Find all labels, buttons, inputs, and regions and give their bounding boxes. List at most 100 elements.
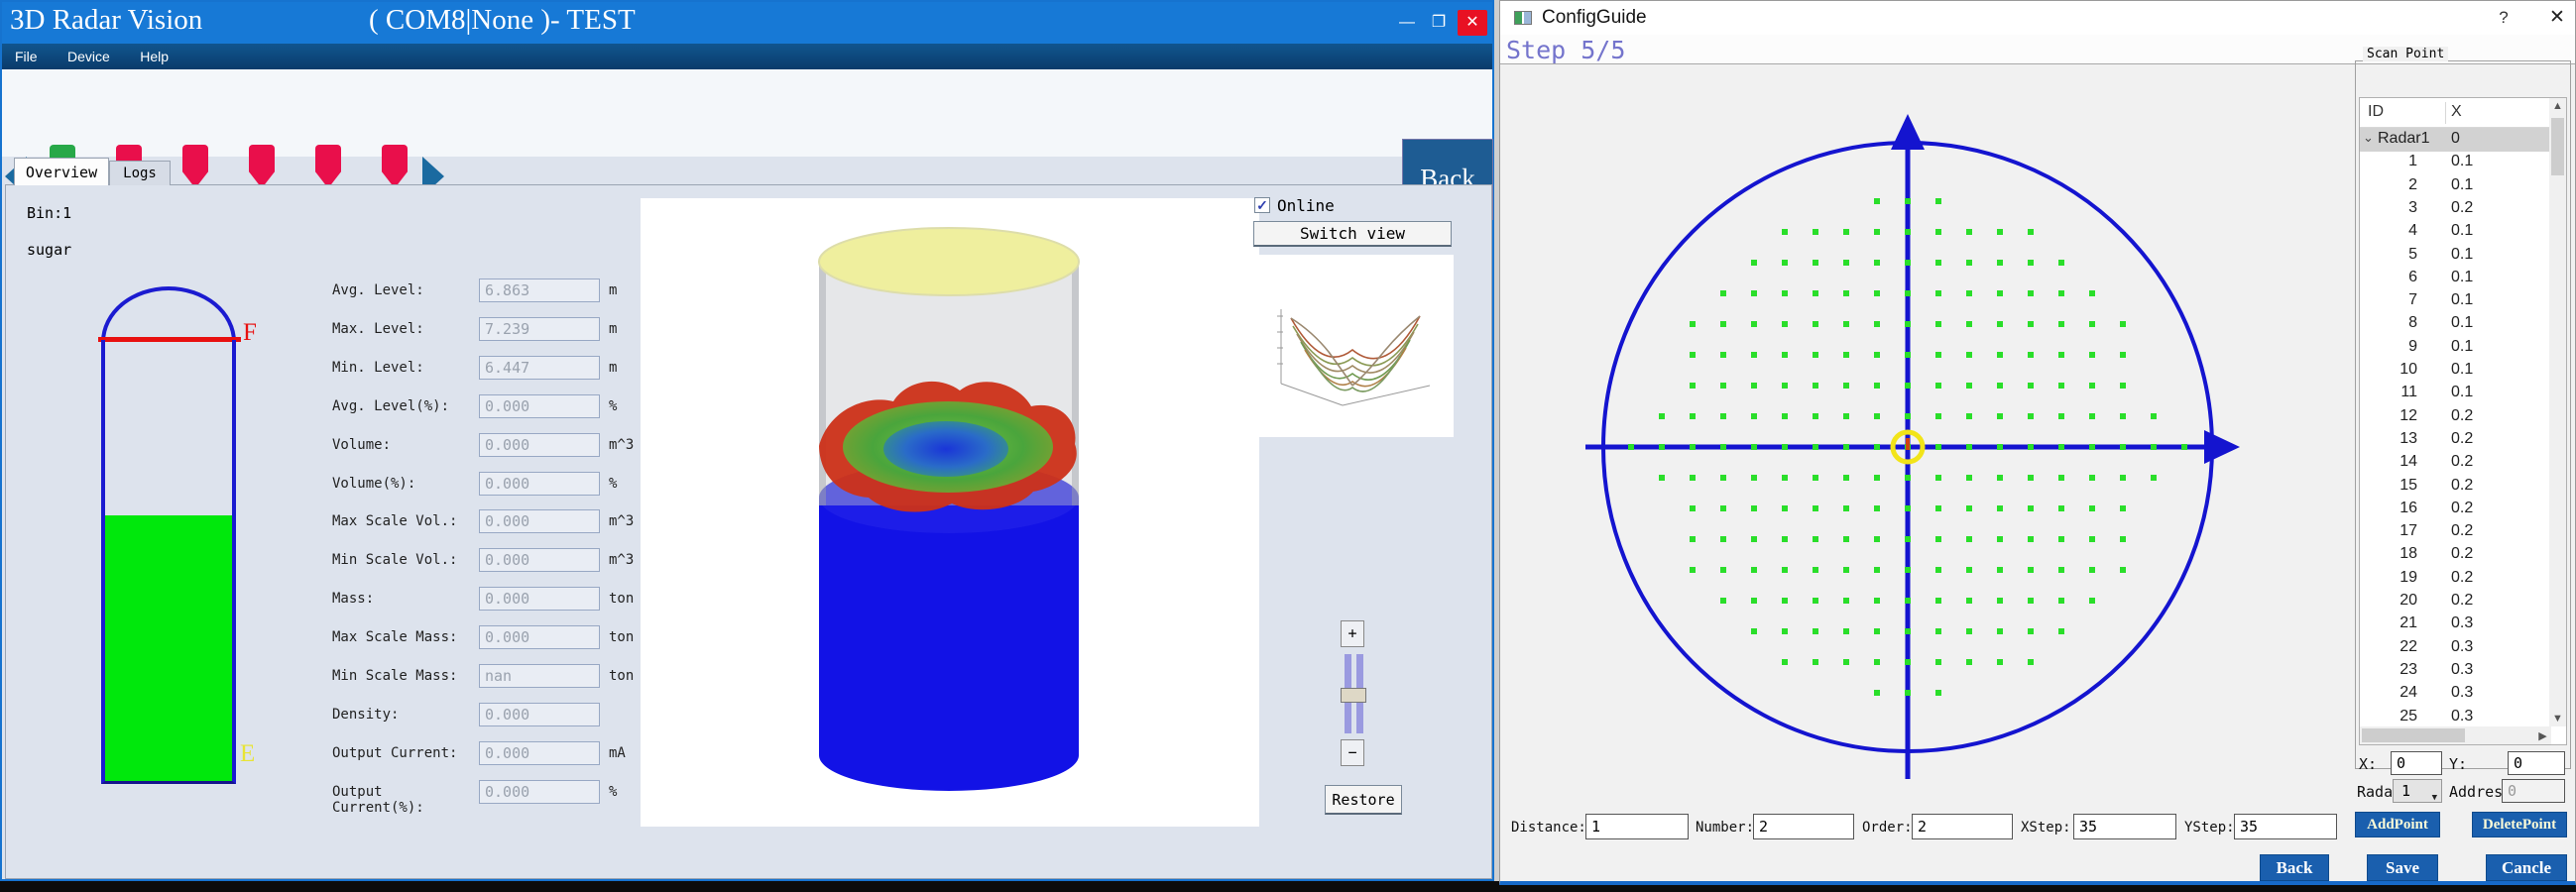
add-point-button[interactable]: AddPoint bbox=[2355, 812, 2440, 837]
zoom-out-button[interactable]: − bbox=[1341, 739, 1364, 766]
field-value-13[interactable]: 0.000 bbox=[479, 780, 600, 804]
column-header-id[interactable]: ID bbox=[2368, 103, 2384, 121]
table-row-19[interactable]: 190.2 bbox=[2360, 567, 2549, 590]
table-row-10[interactable]: 100.1 bbox=[2360, 359, 2549, 382]
field-value-12[interactable]: 0.000 bbox=[479, 741, 600, 765]
table-row-11[interactable]: 110.1 bbox=[2360, 382, 2549, 404]
field-value-4[interactable]: 0.000 bbox=[479, 433, 600, 457]
bin-icon-5[interactable] bbox=[315, 145, 341, 188]
tab-logs[interactable]: Logs bbox=[109, 161, 171, 185]
table-row-15[interactable]: 150.2 bbox=[2360, 475, 2549, 498]
field-value-3[interactable]: 0.000 bbox=[479, 394, 600, 418]
save-button[interactable]: Save bbox=[2367, 854, 2438, 881]
table-row-23[interactable]: 230.3 bbox=[2360, 659, 2549, 682]
scroll-right-icon[interactable]: ▶ bbox=[2534, 729, 2551, 742]
table-row-2[interactable]: 20.1 bbox=[2360, 174, 2549, 197]
table-row-1[interactable]: 10.1 bbox=[2360, 151, 2549, 173]
zoom-slider-handle[interactable] bbox=[1341, 688, 1366, 703]
distance-input[interactable] bbox=[1585, 814, 1689, 839]
column-header-x[interactable]: X bbox=[2451, 103, 2462, 121]
table-header[interactable]: ID X bbox=[2360, 98, 2566, 128]
field-value-0[interactable]: 6.863 bbox=[479, 279, 600, 302]
cell-id: 24 bbox=[2360, 684, 2417, 702]
field-value-2[interactable]: 6.447 bbox=[479, 356, 600, 380]
xstep-input[interactable] bbox=[2073, 814, 2176, 839]
table-row-8[interactable]: 80.1 bbox=[2360, 312, 2549, 335]
y-coordinate-input[interactable] bbox=[2508, 751, 2565, 775]
online-checkbox[interactable]: ✓ bbox=[1254, 197, 1270, 213]
surface-thumbnail-box[interactable] bbox=[1253, 255, 1454, 437]
table-row-18[interactable]: 180.2 bbox=[2360, 543, 2549, 566]
table-row-13[interactable]: 130.2 bbox=[2360, 428, 2549, 451]
radar-select-dropdown[interactable]: 1 ▼ bbox=[2393, 779, 2442, 803]
menu-device[interactable]: Device bbox=[55, 44, 123, 69]
cell-id: 9 bbox=[2360, 338, 2417, 356]
zoom-in-button[interactable]: + bbox=[1341, 620, 1364, 647]
field-label-12: Output Current: bbox=[332, 745, 479, 761]
field-value-10[interactable]: nan bbox=[479, 664, 600, 688]
dialog-close-button[interactable]: ✕ bbox=[2543, 6, 2571, 29]
y-coordinate-label: Y: bbox=[2449, 755, 2467, 773]
x-coordinate-input[interactable] bbox=[2391, 751, 2442, 775]
table-row-3[interactable]: 30.2 bbox=[2360, 197, 2549, 220]
menu-help[interactable]: Help bbox=[127, 44, 181, 69]
table-row-16[interactable]: 160.2 bbox=[2360, 498, 2549, 520]
field-value-6[interactable]: 0.000 bbox=[479, 509, 600, 533]
field-value-8[interactable]: 0.000 bbox=[479, 587, 600, 611]
switch-view-button[interactable]: Switch view bbox=[1253, 221, 1452, 247]
table-row-25[interactable]: 250.3 bbox=[2360, 706, 2549, 728]
table-horizontal-scrollbar[interactable]: ▶ bbox=[2360, 726, 2551, 744]
cancel-button[interactable]: Cancle bbox=[2486, 854, 2567, 881]
cell-id: 6 bbox=[2360, 269, 2417, 286]
field-value-5[interactable]: 0.000 bbox=[479, 472, 600, 496]
bin-icon-6[interactable] bbox=[382, 145, 408, 188]
window-title-connection: ( COM8|None )- TEST bbox=[369, 4, 636, 37]
table-row-22[interactable]: 220.3 bbox=[2360, 636, 2549, 659]
close-button[interactable]: ✕ bbox=[1458, 10, 1487, 36]
table-row-14[interactable]: 140.2 bbox=[2360, 451, 2549, 474]
title-bar[interactable]: 3D Radar Vision ( COM8|None )- TEST — ❐ … bbox=[2, 2, 1492, 44]
order-input[interactable] bbox=[1912, 814, 2013, 839]
table-row-4[interactable]: 40.1 bbox=[2360, 220, 2549, 243]
field-unit-5: % bbox=[609, 476, 617, 492]
table-row-21[interactable]: 210.3 bbox=[2360, 613, 2549, 635]
table-row-5[interactable]: 50.1 bbox=[2360, 244, 2549, 267]
restore-button[interactable]: Restore bbox=[1325, 785, 1402, 815]
scan-point-table[interactable]: ID X ⌄Radar1010.120.130.240.150.160.170.… bbox=[2359, 97, 2567, 745]
dialog-title-bar[interactable]: ConfigGuide ? ✕ bbox=[1500, 1, 2575, 35]
table-row-7[interactable]: 70.1 bbox=[2360, 289, 2549, 312]
bin-3d-view[interactable] bbox=[641, 198, 1259, 827]
scrollbar-thumb[interactable] bbox=[2551, 118, 2564, 175]
ystep-input[interactable] bbox=[2234, 814, 2337, 839]
help-button[interactable]: ? bbox=[2492, 8, 2516, 28]
table-row-24[interactable]: 240.3 bbox=[2360, 682, 2549, 705]
field-value-1[interactable]: 7.239 bbox=[479, 317, 600, 341]
wizard-back-button[interactable]: Back bbox=[2260, 854, 2329, 881]
table-vertical-scrollbar[interactable]: ▲ ▼ bbox=[2549, 98, 2566, 726]
field-label-6: Max Scale Vol.: bbox=[332, 513, 479, 529]
table-row-9[interactable]: 90.1 bbox=[2360, 336, 2549, 359]
table-row-radar[interactable]: ⌄Radar10 bbox=[2360, 128, 2549, 152]
scrollbar-thumb-horizontal[interactable] bbox=[2362, 728, 2465, 742]
table-row-6[interactable]: 60.1 bbox=[2360, 267, 2549, 289]
scroll-up-icon[interactable]: ▲ bbox=[2549, 100, 2566, 112]
bin-icon-4[interactable] bbox=[249, 145, 275, 188]
field-value-11[interactable]: 0.000 bbox=[479, 703, 600, 726]
bin-icon-3[interactable] bbox=[182, 145, 208, 188]
field-value-9[interactable]: 0.000 bbox=[479, 625, 600, 649]
minimize-button[interactable]: — bbox=[1392, 10, 1422, 36]
menu-file[interactable]: File bbox=[2, 44, 51, 69]
table-row-17[interactable]: 170.2 bbox=[2360, 520, 2549, 543]
address-input[interactable] bbox=[2502, 779, 2565, 803]
table-row-20[interactable]: 200.2 bbox=[2360, 590, 2549, 613]
maximize-button[interactable]: ❐ bbox=[1424, 10, 1454, 36]
delete-point-button[interactable]: DeletePoint bbox=[2472, 812, 2567, 837]
cell-id: 11 bbox=[2360, 384, 2417, 401]
radar-vision-window: 3D Radar Vision ( COM8|None )- TEST — ❐ … bbox=[0, 0, 1494, 881]
field-value-7[interactable]: 0.000 bbox=[479, 548, 600, 572]
x-axis-arrow-icon bbox=[2204, 430, 2240, 464]
table-row-12[interactable]: 120.2 bbox=[2360, 405, 2549, 428]
number-input[interactable] bbox=[1753, 814, 1854, 839]
scroll-down-icon[interactable]: ▼ bbox=[2549, 713, 2566, 725]
tab-overview[interactable]: Overview bbox=[14, 158, 109, 185]
